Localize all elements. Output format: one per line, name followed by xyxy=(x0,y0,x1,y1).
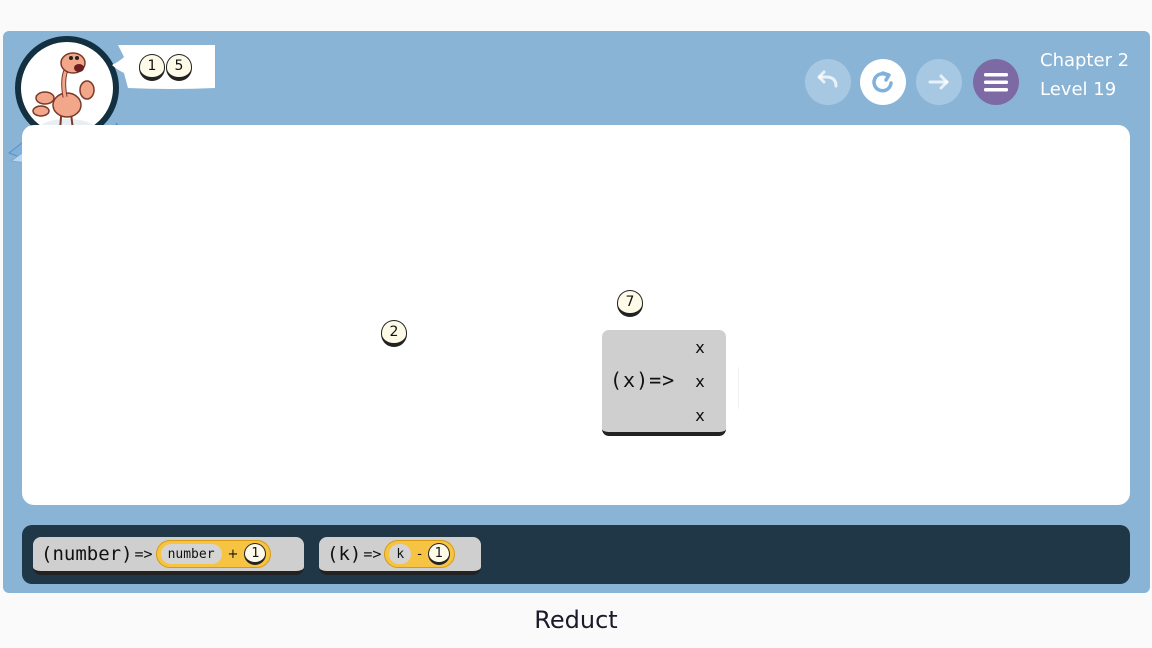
lambda-param: (x) xyxy=(610,368,650,392)
function-operand: 1 xyxy=(427,543,450,565)
hamburger-menu-icon xyxy=(984,73,1008,92)
lambda-body-var: x xyxy=(695,372,705,391)
toolbox-function-decrement[interactable]: (k) => k - 1 xyxy=(319,537,481,575)
function-body-expression: k - 1 xyxy=(384,540,455,568)
goal-number: 5 xyxy=(166,54,192,81)
lambda-head[interactable]: (x)=> xyxy=(610,368,675,392)
function-arrow: => xyxy=(134,545,153,563)
undo-arrow-icon xyxy=(817,70,838,88)
level-info: Chapter 2 Level 19 xyxy=(1040,46,1129,104)
game-title: Reduct xyxy=(534,606,618,634)
function-operator: - xyxy=(417,546,422,562)
board-number-block[interactable]: 7 xyxy=(617,290,643,317)
function-body-var: number xyxy=(160,544,222,564)
function-param: (k) xyxy=(327,543,362,565)
function-param: (number) xyxy=(41,543,133,565)
lambda-expression-block[interactable]: (x)=> x x x xyxy=(602,330,726,436)
board-number-block[interactable]: 2 xyxy=(381,320,407,347)
lambda-body-var: x xyxy=(695,406,705,425)
goal-numbers: 1 5 xyxy=(139,54,192,81)
drop-hint xyxy=(738,367,762,409)
redo-button[interactable] xyxy=(916,59,962,105)
reset-button[interactable] xyxy=(860,59,906,105)
function-body-expression: number + 1 xyxy=(155,540,272,568)
reset-circular-arrow-icon xyxy=(872,71,893,93)
undo-button[interactable] xyxy=(805,59,851,105)
redo-arrow-icon xyxy=(928,74,949,90)
toolbox-function-increment[interactable]: (number) => number + 1 xyxy=(33,537,304,575)
goal-number: 1 xyxy=(139,54,165,81)
level-label: Level 19 xyxy=(1040,79,1117,100)
function-body-var: k xyxy=(389,544,412,564)
game-board[interactable] xyxy=(22,125,1130,505)
menu-button[interactable] xyxy=(973,59,1019,105)
lambda-body-var: x xyxy=(695,338,705,357)
lambda-arrow: => xyxy=(649,368,676,392)
function-operand: 1 xyxy=(244,543,267,565)
function-operator: + xyxy=(227,546,239,562)
function-arrow: => xyxy=(363,545,382,563)
chapter-label: Chapter 2 xyxy=(1040,50,1130,71)
